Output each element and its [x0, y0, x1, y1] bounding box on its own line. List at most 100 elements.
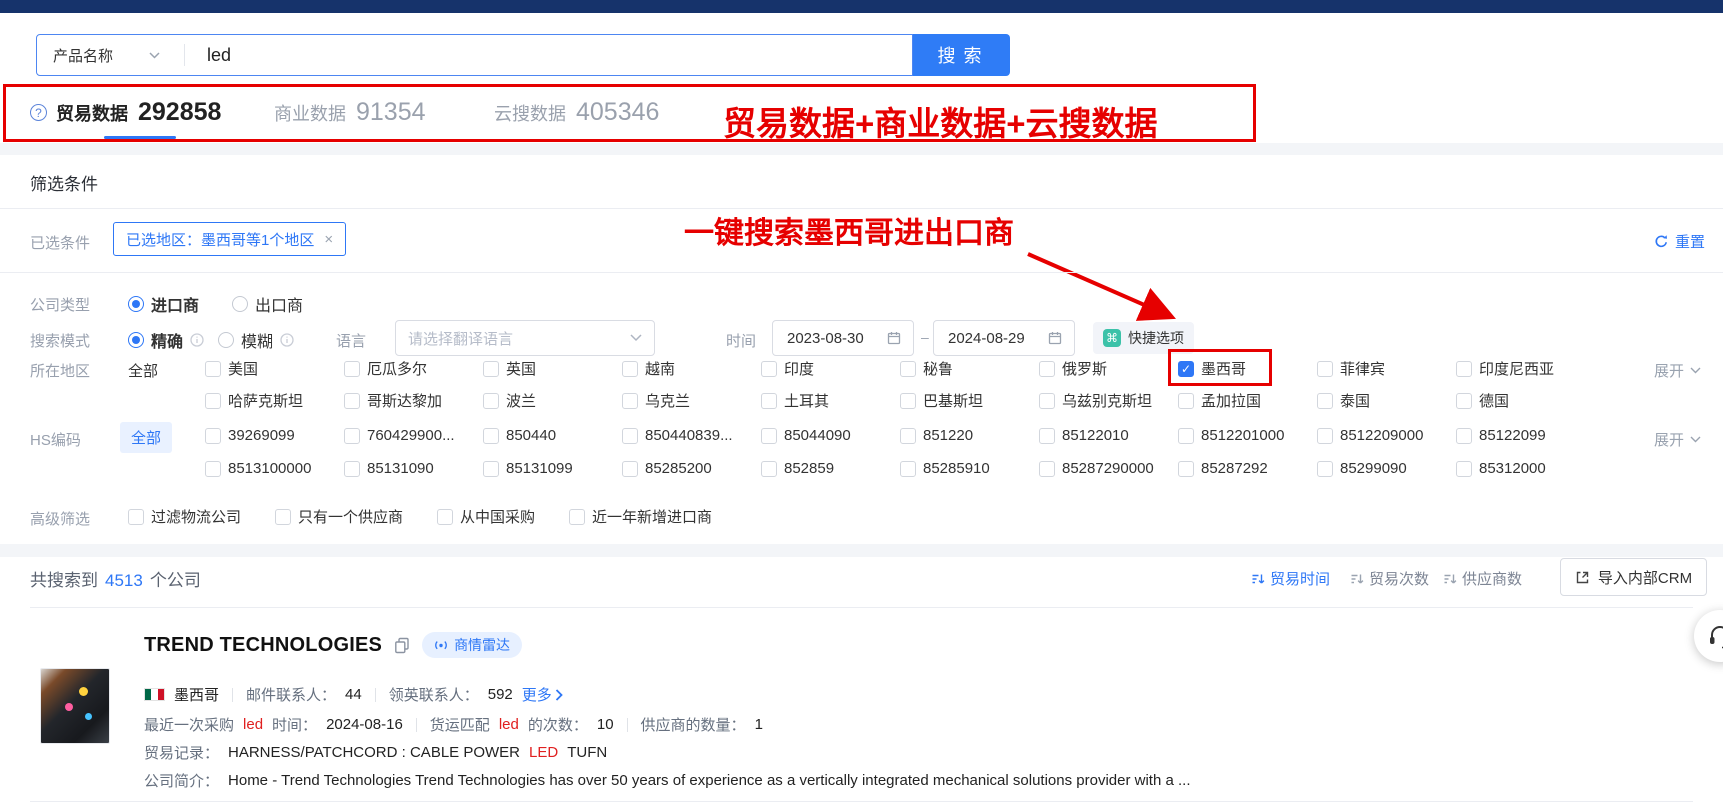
- region-checkbox[interactable]: 厄瓜多尔: [344, 358, 483, 379]
- calendar-icon: [887, 331, 901, 345]
- copy-icon[interactable]: [394, 637, 410, 654]
- advanced-checkbox[interactable]: 过滤物流公司: [128, 506, 241, 527]
- hs-checkbox[interactable]: 85122099: [1456, 427, 1595, 444]
- date-from-input[interactable]: 2023-08-30: [772, 320, 914, 356]
- radio-on-icon: [128, 296, 144, 312]
- divider: [0, 272, 1723, 273]
- region-checkbox[interactable]: 美国: [205, 358, 344, 379]
- region-checkbox[interactable]: 秘鲁: [900, 358, 1039, 379]
- hs-checkbox[interactable]: 850440839...: [622, 427, 761, 444]
- hs-checkbox[interactable]: 760429900...: [344, 427, 483, 444]
- advanced-checkbox[interactable]: 从中国采购: [437, 506, 535, 527]
- region-checkbox[interactable]: 乌克兰: [622, 390, 761, 411]
- badge-label: 商情雷达: [454, 635, 510, 655]
- reset-button[interactable]: 重置: [1654, 231, 1705, 252]
- region-checkbox[interactable]: 越南: [622, 358, 761, 379]
- hs-checkbox[interactable]: 85285200: [622, 460, 761, 477]
- chevron-down-icon: [1690, 367, 1701, 374]
- results-summary: 共搜索到 4513 个公司: [30, 566, 201, 591]
- advanced-checkbox[interactable]: 只有一个供应商: [275, 506, 403, 527]
- selected-region-tag[interactable]: 已选地区：墨西哥等1个地区 ×: [113, 222, 346, 256]
- radio-importer[interactable]: 进口商: [128, 292, 199, 316]
- hs-checkbox[interactable]: 852859: [761, 460, 900, 477]
- more-link[interactable]: 更多: [522, 684, 563, 705]
- region-checkbox[interactable]: 巴基斯坦: [900, 390, 1039, 411]
- hs-checkbox[interactable]: 85312000: [1456, 460, 1595, 477]
- tab-count: 292858: [138, 98, 221, 127]
- search-input[interactable]: [205, 44, 912, 67]
- trade-record-label: 贸易记录：: [144, 742, 219, 763]
- region-checkbox[interactable]: 哥斯达黎加: [344, 390, 483, 411]
- checkbox-label: 8513100000: [228, 460, 311, 477]
- checkbox-icon: [205, 393, 221, 409]
- region-checkbox[interactable]: 哈萨克斯坦: [205, 390, 344, 411]
- search-category-dropdown[interactable]: 产品名称: [37, 45, 160, 66]
- radar-icon: [434, 638, 448, 652]
- company-thumbnail[interactable]: [40, 668, 110, 744]
- hs-checkbox[interactable]: 85044090: [761, 427, 900, 444]
- hs-checkbox[interactable]: 85287292: [1178, 460, 1317, 477]
- hs-checkbox[interactable]: 85122010: [1039, 427, 1178, 444]
- hs-checkbox[interactable]: 8513100000: [205, 460, 344, 477]
- divider: [184, 44, 185, 66]
- region-row-1: 美国 厄瓜多尔 英国 越南 印度 秘鲁 俄罗斯 墨西哥 菲律宾 印度尼西亚: [205, 358, 1595, 379]
- checkbox-label: 美国: [228, 358, 258, 379]
- radio-exporter[interactable]: 出口商: [232, 292, 303, 316]
- help-icon[interactable]: ?: [30, 104, 47, 121]
- hs-checkbox[interactable]: 39269099: [205, 427, 344, 444]
- radio-on-icon: [128, 332, 144, 348]
- hs-checkbox[interactable]: 8512201000: [1178, 427, 1317, 444]
- radio-exact[interactable]: 精确: [128, 328, 204, 352]
- hs-all-button[interactable]: 全部: [120, 422, 172, 453]
- region-checkbox[interactable]: 英国: [483, 358, 622, 379]
- checkbox-icon: [275, 509, 291, 525]
- region-checkbox[interactable]: 印度: [761, 358, 900, 379]
- sort-icon: [1350, 572, 1364, 586]
- date-to-input[interactable]: 2024-08-29: [933, 320, 1075, 356]
- hs-row-1: 39269099 760429900... 850440 850440839..…: [205, 427, 1595, 444]
- language-select[interactable]: 请选择翻译语言: [395, 320, 655, 356]
- tab-cloud-search-data[interactable]: 云搜数据 405346: [494, 98, 659, 127]
- hs-checkbox[interactable]: 851220: [900, 427, 1039, 444]
- checkbox-icon: [622, 361, 638, 377]
- hs-expand-button[interactable]: 展开: [1654, 429, 1701, 450]
- region-checkbox[interactable]: 孟加拉国: [1178, 390, 1317, 411]
- business-radar-badge[interactable]: 商情雷达: [422, 632, 522, 658]
- search-button[interactable]: 搜索: [913, 34, 1010, 76]
- region-checkbox[interactable]: 乌兹别克斯坦: [1039, 390, 1178, 411]
- hs-checkbox[interactable]: 85285910: [900, 460, 1039, 477]
- checkbox-label: 85285910: [923, 460, 990, 477]
- import-crm-button[interactable]: 导入内部CRM: [1560, 558, 1707, 596]
- sort-supplier-count[interactable]: 供应商数: [1443, 568, 1522, 589]
- checkbox-label: 85299090: [1340, 460, 1407, 477]
- hs-checkbox[interactable]: 85287290000: [1039, 460, 1178, 477]
- hs-checkbox[interactable]: 8512209000: [1317, 427, 1456, 444]
- checkbox-label: 泰国: [1340, 390, 1370, 411]
- hs-checkbox[interactable]: 850440: [483, 427, 622, 444]
- close-icon[interactable]: ×: [324, 231, 333, 248]
- region-checkbox[interactable]: 泰国: [1317, 390, 1456, 411]
- sort-trade-count[interactable]: 贸易次数: [1350, 568, 1429, 589]
- region-all-button[interactable]: 全部: [128, 360, 158, 381]
- hs-checkbox[interactable]: 85131090: [344, 460, 483, 477]
- region-checkbox[interactable]: 土耳其: [761, 390, 900, 411]
- command-glyph: ⌘: [1106, 331, 1118, 345]
- company-name[interactable]: TREND TECHNOLOGIES: [144, 634, 382, 657]
- region-checkbox[interactable]: 波兰: [483, 390, 622, 411]
- region-checkbox[interactable]: 俄罗斯: [1039, 358, 1178, 379]
- hs-checkbox[interactable]: 85131099: [483, 460, 622, 477]
- radio-fuzzy[interactable]: 模糊: [218, 328, 294, 352]
- sort-trade-time[interactable]: 贸易时间: [1251, 568, 1330, 589]
- advanced-checkbox[interactable]: 近一年新增进口商: [569, 506, 712, 527]
- tab-trade-data[interactable]: 贸易数据 292858: [56, 98, 221, 127]
- info-icon[interactable]: [280, 333, 294, 347]
- hs-checkbox[interactable]: 85299090: [1317, 460, 1456, 477]
- customer-service-button[interactable]: [1694, 610, 1723, 662]
- advanced-filter-row: 过滤物流公司 只有一个供应商 从中国采购 近一年新增进口商: [128, 506, 712, 527]
- region-checkbox[interactable]: 德国: [1456, 390, 1595, 411]
- region-expand-button[interactable]: 展开: [1654, 360, 1701, 381]
- info-icon[interactable]: [190, 333, 204, 347]
- region-checkbox[interactable]: 印度尼西亚: [1456, 358, 1595, 379]
- tab-business-data[interactable]: 商业数据 91354: [274, 98, 426, 127]
- region-checkbox[interactable]: 菲律宾: [1317, 358, 1456, 379]
